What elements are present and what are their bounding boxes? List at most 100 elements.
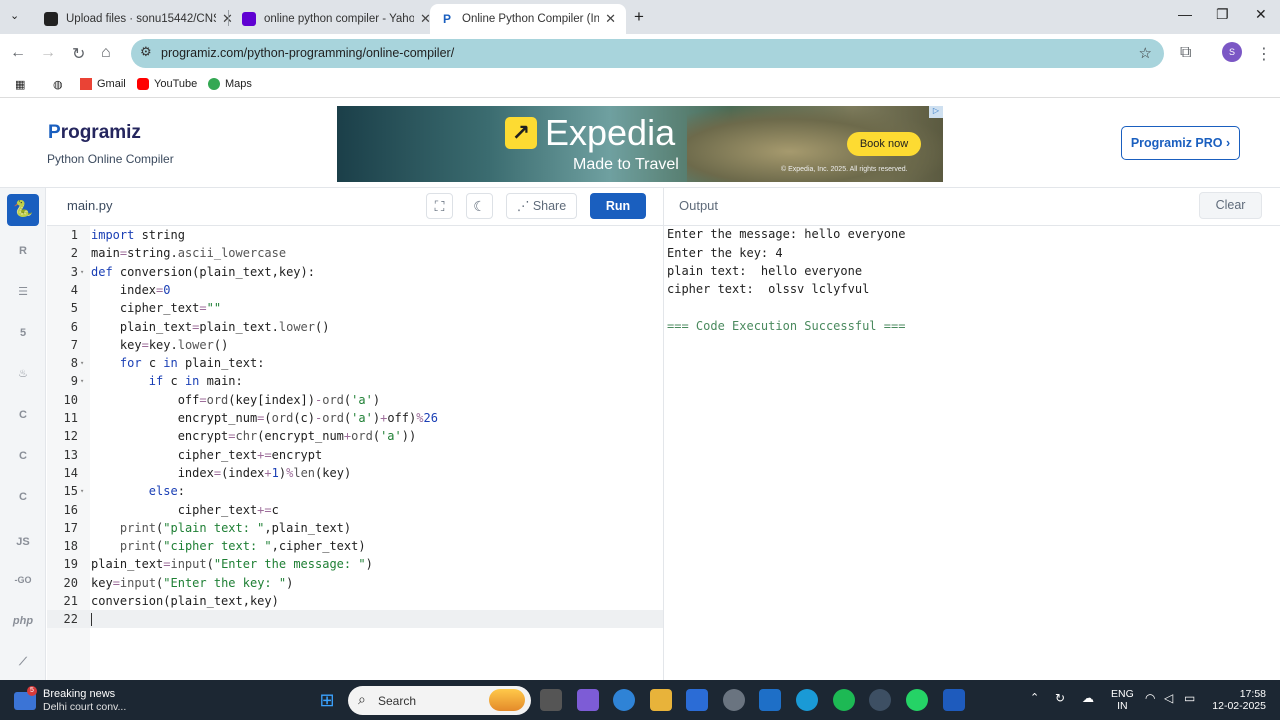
code-editor[interactable]: 1 import string 2 main=string.ascii_lowerca… [47, 226, 663, 680]
code-text[interactable]: conversion(plain_text,key) [91, 592, 279, 610]
clock[interactable]: 17:58 12-02-2025 [1210, 688, 1266, 712]
word-icon[interactable] [943, 689, 965, 711]
site-info-icon[interactable]: ⚙ [140, 44, 152, 60]
code-line[interactable]: 8 ▾ for c in plain_text: [47, 354, 663, 372]
code-text[interactable]: def conversion(plain_text,key): [91, 263, 315, 281]
programiz-logo[interactable]: Programiz [48, 122, 141, 144]
code-text[interactable]: import string [91, 226, 185, 244]
minimize-button[interactable]: — [1178, 6, 1192, 22]
code-line[interactable]: 20 key=input("Enter the key: ") [47, 574, 663, 592]
new-tab-button[interactable]: + [634, 7, 644, 27]
code-text[interactable]: for c in plain_text: [91, 354, 265, 372]
windows-start-icon[interactable]: ⊞ [316, 689, 338, 711]
code-text[interactable]: plain_text=plain_text.lower() [91, 318, 330, 336]
tab-yahoo[interactable]: online python compiler - Yahoo ✕ [232, 4, 441, 34]
apps-icon[interactable]: ▦ [15, 78, 25, 91]
code-line[interactable]: 7 key=key.lower() [47, 336, 663, 354]
tab-search-icon[interactable]: ⌄ [10, 9, 19, 22]
tray-overflow-icon[interactable]: ⌃ [1030, 692, 1039, 704]
code-text[interactable]: print("cipher text: ",cipher_text) [91, 537, 366, 555]
file-tab-main-py[interactable]: main.py [67, 198, 113, 213]
code-line[interactable]: 21 conversion(plain_text,key) [47, 592, 663, 610]
close-window-button[interactable]: ✕ [1255, 6, 1267, 23]
rail-js-icon[interactable]: JS [7, 526, 39, 558]
code-line[interactable]: 10 off=ord(key[index])-ord('a') [47, 391, 663, 409]
code-text[interactable]: off=ord(key[index])-ord('a') [91, 391, 380, 409]
wifi-icon[interactable]: ◠ [1145, 692, 1155, 704]
rail-cpp-icon[interactable]: C [7, 440, 39, 472]
code-line[interactable]: 14 index=(index+1)%len(key) [47, 464, 663, 482]
ms-store-icon[interactable] [686, 689, 708, 711]
code-line[interactable]: 9 ▾ if c in main: [47, 372, 663, 390]
code-text[interactable]: key=input("Enter the key: ") [91, 574, 293, 592]
taskbar-search[interactable]: ⌕ Search [348, 686, 531, 715]
fold-chevron-icon[interactable]: ▾ [80, 263, 84, 281]
clear-button[interactable]: Clear [1199, 192, 1262, 219]
fold-chevron-icon[interactable]: ▾ [80, 482, 84, 500]
code-text[interactable]: index=(index+1)%len(key) [91, 464, 351, 482]
expedia-ad-banner[interactable]: ↗ Expedia Made to Travel Book now © Expe… [337, 106, 943, 182]
code-text[interactable]: cipher_text="" [91, 299, 221, 317]
tab-github[interactable]: Upload files · sonu15442/CNS ✕ [34, 4, 243, 34]
profile-avatar[interactable]: S [1222, 42, 1242, 62]
news-title[interactable]: Breaking news [43, 688, 115, 700]
onedrive-icon[interactable]: ☁ [1082, 692, 1094, 704]
code-text[interactable]: main=string.ascii_lowercase [91, 244, 286, 262]
fold-chevron-icon[interactable]: ▾ [80, 354, 84, 372]
code-text[interactable]: encrypt_num=(ord(c)-ord('a')+off)%26 [91, 409, 438, 427]
rail-html-icon[interactable]: 5 [7, 317, 39, 349]
programiz-pro-button[interactable]: Programiz PRO › [1121, 126, 1240, 160]
fullscreen-icon[interactable]: ⛶ [426, 193, 453, 219]
code-line[interactable]: 17 print("plain text: ",plain_text) [47, 519, 663, 537]
pane-divider[interactable] [663, 188, 664, 680]
code-line[interactable]: 16 cipher_text+=c [47, 501, 663, 519]
code-line[interactable]: 2 main=string.ascii_lowercase [47, 244, 663, 262]
code-text[interactable]: index=0 [91, 281, 171, 299]
code-text[interactable]: key=key.lower() [91, 336, 228, 354]
extensions-icon[interactable]: ⧉ [1180, 44, 1191, 62]
code-text[interactable]: cipher_text+=c [91, 501, 279, 519]
rail-sql-icon[interactable]: ☰ [7, 276, 39, 308]
settings-gear-icon[interactable] [723, 689, 745, 711]
menu-icon[interactable]: ⋮ [1256, 44, 1272, 64]
code-line[interactable]: 15 ▾ else: [47, 482, 663, 500]
sync-icon[interactable]: ↻ [1055, 692, 1065, 704]
news-subtitle[interactable]: Delhi court conv... [43, 701, 126, 713]
code-line[interactable]: 11 encrypt_num=(ord(c)-ord('a')+off)%26 [47, 409, 663, 427]
code-line[interactable]: 3 ▾ def conversion(plain_text,key): [47, 263, 663, 281]
code-line[interactable]: 18 print("cipher text: ",cipher_text) [47, 537, 663, 555]
bookmark-star-icon[interactable]: ☆ [1139, 44, 1152, 62]
code-line[interactable]: 12 encrypt=chr(encrypt_num+ord('a')) [47, 427, 663, 445]
fold-chevron-icon[interactable]: ▾ [80, 372, 84, 390]
adchoices-icon[interactable]: ▷ [929, 106, 943, 118]
code-line[interactable]: 5 cipher_text="" [47, 299, 663, 317]
bookmark-youtube[interactable]: YouTube [137, 78, 197, 90]
code-text[interactable]: plain_text=input("Enter the message: ") [91, 555, 373, 573]
code-line[interactable]: 6 plain_text=plain_text.lower() [47, 318, 663, 336]
code-text[interactable]: else: [91, 482, 185, 500]
tab-programiz[interactable]: P Online Python Compiler (Interp ✕ [430, 4, 626, 34]
forward-icon[interactable]: → [40, 44, 56, 62]
browser-app-icon[interactable] [613, 689, 635, 711]
bookmark-gmail[interactable]: Gmail [80, 78, 126, 90]
rail-c-icon[interactable]: C [7, 399, 39, 431]
volume-icon[interactable]: ◁ [1164, 692, 1173, 704]
code-line[interactable]: 13 cipher_text+=encrypt [47, 446, 663, 464]
rail-csharp-icon[interactable]: C [7, 481, 39, 513]
home-icon[interactable]: ⌂ [101, 44, 111, 62]
spotify-icon[interactable] [833, 689, 855, 711]
back-icon[interactable]: ← [10, 44, 26, 62]
bookmark-maps[interactable]: Maps [208, 78, 252, 90]
chrome-icon[interactable] [869, 689, 891, 711]
run-button[interactable]: Run [590, 193, 646, 219]
maximize-button[interactable]: ❐ [1216, 6, 1229, 23]
edge-icon[interactable] [796, 689, 818, 711]
mysql-icon[interactable] [759, 689, 781, 711]
reload-icon[interactable]: ↻ [72, 44, 85, 64]
rail-php-icon[interactable]: php [7, 605, 39, 637]
rail-go-icon[interactable]: -GO [7, 564, 39, 596]
address-bar[interactable]: ⚙ programiz.com/python-programming/onlin… [131, 39, 1164, 68]
code-line[interactable]: 4 index=0 [47, 281, 663, 299]
code-text[interactable]: encrypt=chr(encrypt_num+ord('a')) [91, 427, 417, 445]
rail-python-icon[interactable]: 🐍 [7, 194, 39, 226]
